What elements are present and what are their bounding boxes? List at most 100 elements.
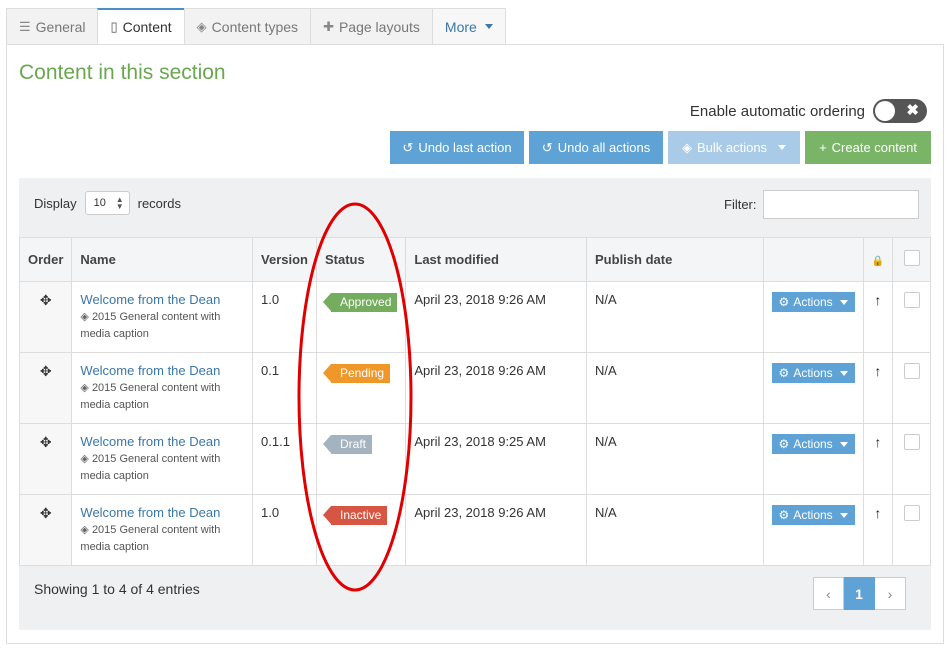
modified-cell: April 23, 2018 9:26 AM [405,494,588,566]
tab-label: Content types [211,18,299,35]
tab-label: General [35,18,86,35]
tab-label: More [444,18,477,35]
undo-last-label: Undo last action [418,140,512,155]
table-header-row: Order Name Version Status Last modified … [18,237,931,282]
actions-button[interactable]: ⚙ Actions [771,434,855,454]
tab-more[interactable]: More [431,8,506,45]
records-per-page: Display 10 ▲ ▼ records [34,191,181,215]
content-type-text: 2015 General content with [91,311,221,323]
next-page-button[interactable]: › [875,577,906,610]
content-type: ◈ 2015 General content with media caption [80,309,244,343]
actions-label: Actions [793,295,833,309]
version-cell: 0.1 [252,352,317,424]
auto-ordering-toggle[interactable]: ✖ [873,99,927,123]
undo-all-button[interactable]: ↺ Undo all actions [529,131,663,164]
tab-label: Content [122,19,172,35]
content-type: ◈ 2015 General content with media caption [80,522,244,556]
row-checkbox[interactable] [903,505,920,521]
content-type-text: media caption [80,328,149,340]
select-all-checkbox[interactable] [903,250,920,266]
filter-control: Filter: [724,190,919,219]
name-cell: Welcome from the Dean ◈ 2015 General con… [71,423,254,495]
records-value: 10 [93,197,106,209]
modified-cell: April 23, 2018 9:26 AM [405,352,588,424]
version-cell: 1.0 [252,494,317,566]
table-row: ✥ Welcome from the Dean ◈ 2015 General c… [18,281,931,353]
col-version[interactable]: Version [252,237,317,282]
select-cell [892,352,931,424]
name-cell: Welcome from the Dean ◈ 2015 General con… [71,281,254,353]
actions-button[interactable]: ⚙ Actions [771,292,855,312]
auto-ordering-label: Enable automatic ordering [689,102,865,120]
bulk-actions-label: Bulk actions [696,140,768,155]
col-publish-date[interactable]: Publish date [586,237,764,282]
puzzle-icon: ✚ [323,18,334,34]
prev-page-button[interactable]: ‹ [813,577,844,610]
publish-cell: N/A [586,423,764,495]
content-type-text: media caption [80,470,149,482]
pagination: ‹ 1 › [813,577,906,610]
col-lock: 🔒 [862,237,894,282]
page-1-button[interactable]: 1 [844,577,875,610]
publish-cell: N/A [586,352,764,424]
col-last-modified[interactable]: Last modified [405,237,588,282]
display-label: Display [34,195,77,211]
tab-content[interactable]: ▯ Content [97,8,184,45]
content-link[interactable]: Welcome from the Dean [80,505,244,520]
actions-button[interactable]: ⚙ Actions [771,363,855,383]
col-status[interactable]: Status [315,237,407,282]
cubes-icon: ◈ [80,524,89,536]
arrow-up-icon[interactable]: ↑ [874,434,881,450]
chevron-down-icon [839,370,848,376]
bulk-actions-button[interactable]: ◈ Bulk actions [668,131,800,164]
tab-page-layouts[interactable]: ✚ Page layouts [310,8,432,45]
version-cell: 1.0 [252,281,317,353]
actions-button[interactable]: ⚙ Actions [771,505,855,525]
tab-bar: ☰ General ▯ Content ◈ Content types ✚ Pa… [6,8,506,45]
drag-handle[interactable]: ✥ [18,494,73,566]
tab-general[interactable]: ☰ General [6,8,98,45]
content-link[interactable]: Welcome from the Dean [80,363,244,378]
content-type-text: 2015 General content with [91,382,221,394]
table-row: ✥ Welcome from the Dean ◈ 2015 General c… [18,423,931,495]
filter-input[interactable] [762,190,919,219]
table-row: ✥ Welcome from the Dean ◈ 2015 General c… [18,352,931,424]
records-select[interactable]: 10 ▲ ▼ [84,191,130,215]
cubes-icon: ◈ [80,453,89,465]
row-checkbox[interactable] [903,363,920,379]
toggle-knob [875,101,895,121]
col-order[interactable]: Order [18,237,73,282]
arrow-up-icon[interactable]: ↑ [874,292,881,308]
sliders-icon: ☰ [19,18,31,34]
row-checkbox[interactable] [903,292,920,308]
content-link[interactable]: Welcome from the Dean [80,292,244,307]
drag-handle[interactable]: ✥ [18,352,73,424]
move-icon: ✥ [39,292,52,308]
content-type-text: 2015 General content with [91,524,221,536]
col-name[interactable]: Name [71,237,254,282]
status-cell: Draft [315,423,407,495]
drag-handle[interactable]: ✥ [18,281,73,353]
name-cell: Welcome from the Dean ◈ 2015 General con… [71,494,254,566]
content-table-area: Display 10 ▲ ▼ records Filter: Order Name… [18,178,931,630]
cubes-icon: ◈ [681,139,692,155]
arrow-up-icon[interactable]: ↑ [874,505,881,521]
cubes-icon: ◈ [80,311,89,323]
entries-summary: Showing 1 to 4 of 4 entries [34,581,200,597]
chevron-down-icon [839,512,848,518]
chevron-down-icon [839,441,848,447]
gear-icon: ⚙ [778,508,790,522]
content-link[interactable]: Welcome from the Dean [80,434,244,449]
row-checkbox[interactable] [903,434,920,450]
arrow-up-icon[interactable]: ↑ [874,363,881,379]
tab-content-types[interactable]: ◈ Content types [183,8,311,45]
move-up-cell: ↑ [862,423,894,495]
create-content-button[interactable]: + Create content [805,131,931,164]
drag-handle[interactable]: ✥ [18,423,73,495]
gear-icon: ⚙ [778,437,790,451]
cubes-icon: ◈ [196,18,207,34]
select-cell [892,494,931,566]
undo-last-button[interactable]: ↺ Undo last action [390,131,524,164]
modified-cell: April 23, 2018 9:25 AM [405,423,588,495]
actions-label: Actions [793,437,833,451]
